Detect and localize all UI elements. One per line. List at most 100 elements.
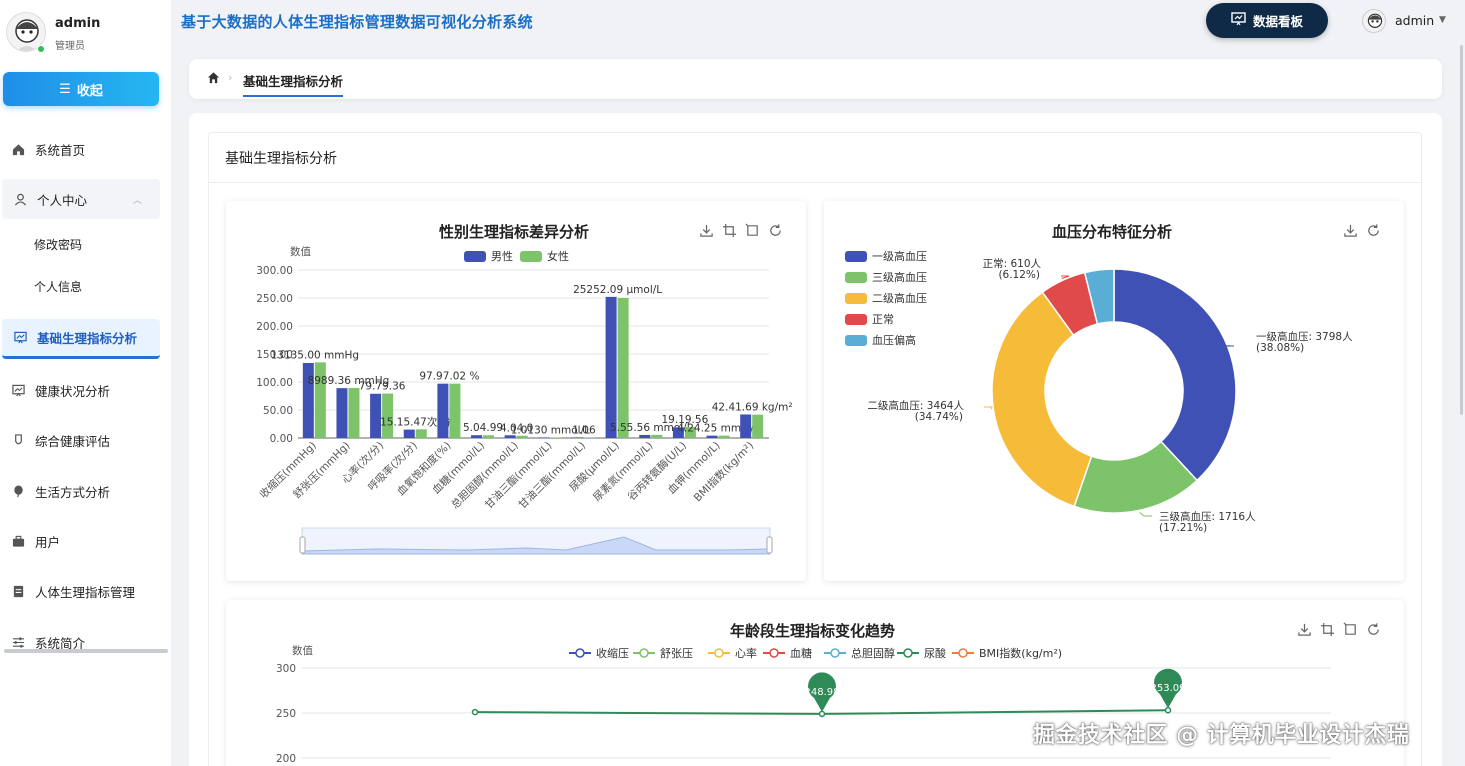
sidebar-item-system-intro[interactable]: 系统简介 [0,622,162,662]
bar [617,298,629,438]
data-label: 25252.09 μmol/L [573,284,662,296]
home-icon [11,142,25,156]
bar [336,388,348,438]
bar [571,437,583,438]
data-label: 13135.00 mmHg [271,349,359,361]
data-label: 5.04.99 [463,422,503,434]
data-label: 42.41.69 kg/m² [712,401,793,413]
gender-chart-panel: 性别生理指标差异分析 男性 女性 数值 0.00 50.00 100.00 150.00… [226,201,806,581]
slice-percent: (34.74%) [915,411,963,423]
sidebar-item-label: 个人中心 [37,192,88,208]
sidebar-item-users[interactable]: 用户 [0,521,162,561]
data-point [818,710,826,718]
datazoom-handle-left [299,536,306,554]
x-tick-label: BMI指数(kg/m²) [691,439,756,504]
datazoom-handle-right [766,536,773,554]
donut-chart: 一级高血压: 3798人(38.08%)三级高血压: 1716人(17.21%)… [867,257,1353,534]
y-tick-label: 300 [276,663,296,675]
sidebar-item-personal-info[interactable]: 个人信息 [0,266,162,306]
caret-down-icon[interactable]: ▼ [1439,15,1446,25]
x-tick-label: 收缩压(mmHg) [257,439,319,501]
y-axis-label: 数值 [292,644,313,657]
divider [208,182,1422,183]
sidebar-item-label: 修改密码 [34,237,83,252]
sidebar: admin 管理员 ☰ 收起 系统首页 个人中心 ︿ 修改密码 个人信息 基础生… [0,0,172,766]
bar [449,383,461,438]
data-point [1164,706,1172,714]
online-status-dot [37,45,45,53]
dashboard-button[interactable]: 数据看板 [1206,3,1328,38]
sliders-icon [11,635,25,649]
sidebar-item-personal-center[interactable]: 个人中心 ︿ [2,179,160,219]
user-icon [13,192,27,206]
sidebar-item-label: 用户 [35,534,61,550]
x-tick-label: 尿素氮(mmol/L) [590,439,655,504]
chevron-up-icon: ︿ [132,196,142,206]
header-username[interactable]: admin [1395,13,1434,28]
x-tick-label: 谷丙转氨酶(U/L) [625,439,689,503]
balloon-icon [11,484,25,498]
y-tick-label: 200 [276,753,296,765]
app-title: 基于大数据的人体生理指标管理数据可视化分析系统 [181,13,533,31]
x-tick-label: 舒张压(mmHg) [291,439,353,501]
card-title: 基础生理指标分析 [225,151,337,167]
sidebar-item-label: 基础生理指标分析 [37,331,138,346]
sidebar-item-lifestyle[interactable]: 生活方式分析 [0,471,162,511]
sidebar-item-label: 健康状况分析 [35,383,111,399]
header-avatar[interactable] [1362,9,1386,33]
bar [583,437,595,438]
y-tick-label: 250 [276,708,296,720]
sidebar-item-label: 个人信息 [34,279,83,294]
sidebar-scrollbar[interactable] [4,649,168,653]
bar [740,414,752,438]
slice-percent: (17.21%) [1159,522,1207,534]
sidebar-item-basic-analysis[interactable]: 基础生理指标分析 [2,319,160,359]
bar [639,434,651,438]
user-name: admin [55,16,101,31]
medal-icon [11,433,25,447]
y-tick-label: 300.00 [256,265,293,277]
slice-percent: (38.08%) [1256,342,1304,354]
bar [348,387,360,438]
breadcrumb-current[interactable]: 基础生理指标分析 [243,71,344,97]
bar [538,437,550,438]
bar [605,296,617,438]
user-block: admin 管理员 [6,10,166,54]
page-scrollbar[interactable] [1460,45,1463,415]
y-tick-label: 100.00 [256,377,293,389]
sidebar-item-health-status[interactable]: 健康状况分析 [0,370,162,410]
slice-percent: (6.12%) [998,269,1040,281]
briefcase-icon [11,534,25,548]
dashboard-icon [1231,12,1246,29]
bar [483,435,495,438]
sidebar-item-change-password[interactable]: 修改密码 [0,224,162,264]
y-axis-label: 数值 [290,245,311,258]
sidebar-item-label: 人体生理指标管理 [35,584,136,600]
sidebar-item-home[interactable]: 系统首页 [0,129,162,169]
sidebar-item-indicator-management[interactable]: 人体生理指标管理 [0,571,162,611]
data-point [471,708,479,716]
watermark: 掘金技术社区 @ 计算机毕业设计杰瑞 [1033,723,1410,748]
sidebar-item-label: 综合健康评估 [35,433,111,449]
home-icon[interactable] [207,71,221,85]
sidebar-item-health-evaluation[interactable]: 综合健康评估 [0,420,162,460]
chart-board-icon [11,383,25,397]
y-tick-label: 200.00 [256,321,293,333]
chart-board-icon [13,331,27,345]
menu-icon: ☰ [59,81,71,97]
dashboard-label: 数据看板 [1252,14,1303,29]
pie-slice [1113,268,1237,482]
y-tick-label: 50.00 [263,405,293,417]
sidebar-item-label: 系统首页 [35,142,86,158]
user-role: 管理员 [55,41,85,52]
collapse-button[interactable]: ☰ 收起 [3,72,159,106]
bar [415,429,427,438]
bar [706,435,718,438]
markpoint-label: 248.98 [805,687,840,698]
breadcrumb: › 基础生理指标分析 [189,59,1442,99]
document-icon [11,584,25,598]
data-label: 1.06 [572,424,596,436]
bar [437,383,449,438]
label-line [984,406,993,410]
bp-chart-panel: 血压分布特征分析 一级高血压 三级高血压 二级高血压 正常 血压偏高 一级高血压: 37… [824,201,1404,581]
